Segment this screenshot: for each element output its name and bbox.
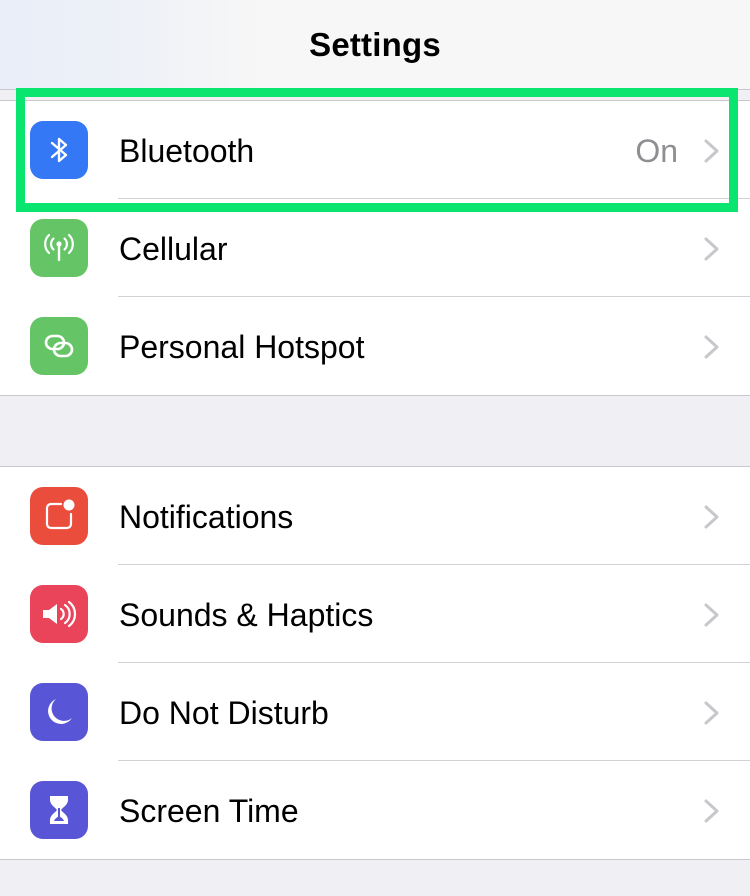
- row-label: Sounds & Haptics: [119, 597, 374, 633]
- chevron-right-icon: [704, 237, 719, 261]
- settings-row-notifications[interactable]: Notifications: [0, 467, 750, 565]
- settings-row-personal-hotspot[interactable]: Personal Hotspot: [0, 297, 750, 395]
- row-label: Do Not Disturb: [119, 695, 329, 731]
- notifications-icon: [30, 487, 88, 545]
- chevron-right-icon: [704, 701, 719, 725]
- chevron-right-icon: [704, 139, 719, 163]
- chevron-right-icon: [704, 505, 719, 529]
- speaker-icon: [30, 585, 88, 643]
- row-label: Cellular: [119, 231, 228, 267]
- row-label: Screen Time: [119, 793, 299, 829]
- bluetooth-icon: [30, 121, 88, 179]
- navigation-bar: Settings: [0, 0, 750, 90]
- page-title: Settings: [309, 26, 441, 63]
- hourglass-icon: [30, 781, 88, 839]
- row-label: Personal Hotspot: [119, 329, 365, 365]
- row-label: Bluetooth: [119, 133, 255, 169]
- chevron-right-icon: [704, 799, 719, 823]
- settings-row-cellular[interactable]: Cellular: [0, 199, 750, 297]
- hotspot-link-icon: [30, 317, 88, 375]
- settings-row-screen-time[interactable]: Screen Time: [0, 761, 750, 859]
- bluetooth-status-value: On: [635, 133, 678, 169]
- settings-group-connectivity: Bluetooth On Cellular Personal Hotspot: [0, 100, 750, 396]
- chevron-right-icon: [704, 335, 719, 359]
- settings-group-notifications: Notifications Sounds & Haptics Do Not Di…: [0, 466, 750, 860]
- settings-row-sounds-haptics[interactable]: Sounds & Haptics: [0, 565, 750, 663]
- chevron-right-icon: [704, 603, 719, 627]
- settings-row-do-not-disturb[interactable]: Do Not Disturb: [0, 663, 750, 761]
- settings-row-bluetooth[interactable]: Bluetooth On: [0, 101, 750, 199]
- cellular-antenna-icon: [30, 219, 88, 277]
- row-label: Notifications: [119, 499, 294, 535]
- moon-icon: [30, 683, 88, 741]
